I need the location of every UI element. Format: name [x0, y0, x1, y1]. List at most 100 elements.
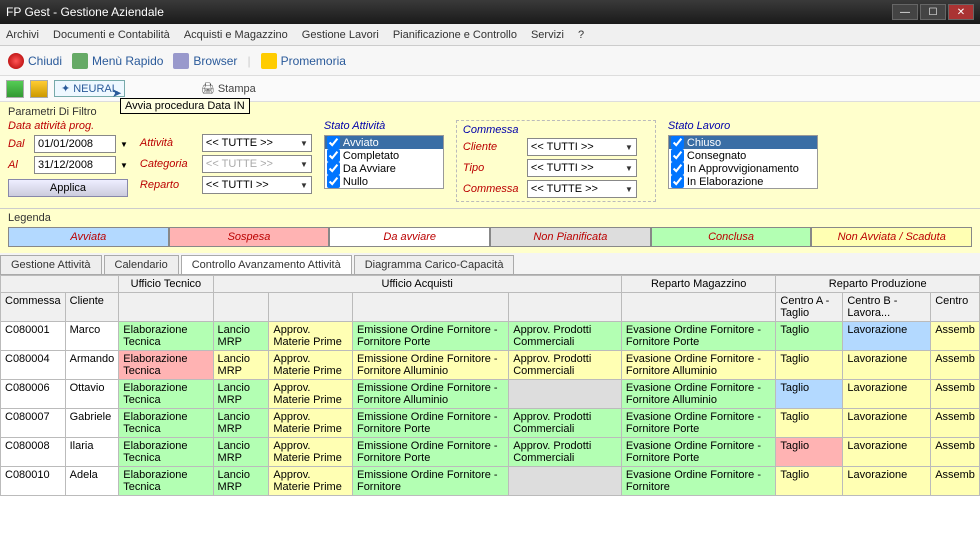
- activity-cell[interactable]: Evasione Ordine Fornitore - Fornitore Po…: [621, 322, 776, 351]
- activity-cell[interactable]: Emissione Ordine Fornitore - Fornitore A…: [352, 351, 508, 380]
- close-window-button[interactable]: ✕: [948, 4, 974, 20]
- grid[interactable]: Ufficio TecnicoUfficio AcquistiReparto M…: [0, 275, 980, 535]
- activity-cell[interactable]: Assemb: [931, 380, 980, 409]
- activity-cell[interactable]: Emissione Ordine Fornitore - Fornitore P…: [352, 409, 508, 438]
- activity-cell[interactable]: Lancio MRP: [213, 467, 269, 496]
- date-to-input[interactable]: [34, 156, 116, 174]
- lav-check[interactable]: [671, 162, 684, 175]
- activity-cell[interactable]: Emissione Ordine Fornitore - Fornitore P…: [352, 322, 508, 351]
- browser-button[interactable]: Browser: [173, 53, 237, 69]
- lavoro-item[interactable]: Chiuso: [669, 136, 817, 149]
- activity-cell[interactable]: Taglio: [776, 322, 843, 351]
- table-row[interactable]: C080004ArmandoElaborazione TecnicaLancio…: [1, 351, 980, 380]
- commessa-combo[interactable]: << TUTTE >>▼: [527, 180, 637, 198]
- activity-cell[interactable]: [509, 380, 622, 409]
- stato-item[interactable]: Avviato: [325, 136, 443, 149]
- col-header[interactable]: [269, 293, 353, 322]
- activity-cell[interactable]: Assemb: [931, 351, 980, 380]
- activity-cell[interactable]: Elaborazione Tecnica: [119, 322, 213, 351]
- table-row[interactable]: C080001MarcoElaborazione TecnicaLancio M…: [1, 322, 980, 351]
- activity-cell[interactable]: Approv. Prodotti Commerciali: [509, 409, 622, 438]
- col-header[interactable]: [213, 293, 269, 322]
- lavoro-item[interactable]: Consegnato: [669, 149, 817, 162]
- activity-cell[interactable]: Lancio MRP: [213, 380, 269, 409]
- activity-cell[interactable]: Lancio MRP: [213, 351, 269, 380]
- menu-acquistiemagazzino[interactable]: Acquisti e Magazzino: [184, 29, 288, 41]
- activity-cell[interactable]: Assemb: [931, 438, 980, 467]
- categoria-combo[interactable]: << TUTTE >>▼: [202, 155, 312, 173]
- table-row[interactable]: C080006OttavioElaborazione TecnicaLancio…: [1, 380, 980, 409]
- reparto-combo[interactable]: << TUTTI >>▼: [202, 176, 312, 194]
- activity-cell[interactable]: Elaborazione Tecnica: [119, 438, 213, 467]
- col-header[interactable]: [621, 293, 776, 322]
- notes-icon[interactable]: [30, 80, 48, 98]
- activity-cell[interactable]: Elaborazione Tecnica: [119, 467, 213, 496]
- activity-cell[interactable]: Approv. Materie Prime: [269, 322, 353, 351]
- neural-button[interactable]: ✦ NEURAL ➤: [54, 80, 125, 97]
- activity-cell[interactable]: Taglio: [776, 409, 843, 438]
- activity-cell[interactable]: Assemb: [931, 467, 980, 496]
- col-header[interactable]: Cliente: [65, 293, 119, 322]
- lav-check[interactable]: [671, 149, 684, 162]
- activity-cell[interactable]: Approv. Materie Prime: [269, 409, 353, 438]
- col-header[interactable]: Centro: [931, 293, 980, 322]
- minimize-button[interactable]: —: [892, 4, 918, 20]
- col-header[interactable]: Commessa: [1, 293, 66, 322]
- activity-cell[interactable]: Elaborazione Tecnica: [119, 351, 213, 380]
- tab-3[interactable]: Diagramma Carico-Capacità: [354, 255, 515, 274]
- tab-1[interactable]: Calendario: [104, 255, 179, 274]
- stato-check[interactable]: [327, 175, 340, 188]
- activity-cell[interactable]: Elaborazione Tecnica: [119, 409, 213, 438]
- attivita-combo[interactable]: << TUTTE >>▼: [202, 134, 312, 152]
- activity-cell[interactable]: Taglio: [776, 467, 843, 496]
- tipo-combo[interactable]: << TUTTI >>▼: [527, 159, 637, 177]
- menu-documentiecontabilit[interactable]: Documenti e Contabilità: [53, 29, 170, 41]
- applica-button[interactable]: Applica: [8, 179, 128, 197]
- activity-cell[interactable]: Lavorazione: [843, 438, 931, 467]
- table-row[interactable]: C080007GabrieleElaborazione TecnicaLanci…: [1, 409, 980, 438]
- col-header[interactable]: Centro B - Lavora...: [843, 293, 931, 322]
- activity-cell[interactable]: Emissione Ordine Fornitore - Fornitore: [352, 467, 508, 496]
- activity-cell[interactable]: Lancio MRP: [213, 322, 269, 351]
- activity-cell[interactable]: Approv. Materie Prime: [269, 467, 353, 496]
- activity-cell[interactable]: Lavorazione: [843, 467, 931, 496]
- activity-cell[interactable]: Emissione Ordine Fornitore - Fornitore A…: [352, 380, 508, 409]
- activity-cell[interactable]: Elaborazione Tecnica: [119, 380, 213, 409]
- activity-cell[interactable]: Approv. Prodotti Commerciali: [509, 351, 622, 380]
- activity-cell[interactable]: Lavorazione: [843, 322, 931, 351]
- chiudi-button[interactable]: Chiudi: [8, 53, 62, 69]
- activity-cell[interactable]: Lavorazione: [843, 380, 931, 409]
- activity-cell[interactable]: Taglio: [776, 438, 843, 467]
- stato-item[interactable]: Da Avviare: [325, 162, 443, 175]
- col-header[interactable]: Centro A - Taglio: [776, 293, 843, 322]
- activity-cell[interactable]: Emissione Ordine Fornitore - Fornitore P…: [352, 438, 508, 467]
- date-from-input[interactable]: [34, 135, 116, 153]
- stampa-button[interactable]: 🖨 Stampa: [201, 82, 256, 95]
- col-header[interactable]: [509, 293, 622, 322]
- lavoro-item[interactable]: In Elaborazione: [669, 175, 817, 188]
- maximize-button[interactable]: ☐: [920, 4, 946, 20]
- menu-gestionelavori[interactable]: Gestione Lavori: [302, 29, 379, 41]
- activity-cell[interactable]: Lancio MRP: [213, 409, 269, 438]
- activity-cell[interactable]: Evasione Ordine Fornitore - Fornitore Al…: [621, 351, 776, 380]
- activity-cell[interactable]: Lavorazione: [843, 409, 931, 438]
- menu-[interactable]: ?: [578, 29, 584, 41]
- activity-cell[interactable]: Taglio: [776, 380, 843, 409]
- activity-cell[interactable]: Evasione Ordine Fornitore - Fornitore: [621, 467, 776, 496]
- table-row[interactable]: C080010AdelaElaborazione TecnicaLancio M…: [1, 467, 980, 496]
- stato-check[interactable]: [327, 162, 340, 175]
- tab-2[interactable]: Controllo Avanzamento Attività: [181, 255, 352, 274]
- activity-cell[interactable]: Taglio: [776, 351, 843, 380]
- table-row[interactable]: C080008IlariaElaborazione TecnicaLancio …: [1, 438, 980, 467]
- col-header[interactable]: [352, 293, 508, 322]
- activity-cell[interactable]: Approv. Prodotti Commerciali: [509, 322, 622, 351]
- filter-icon[interactable]: [6, 80, 24, 98]
- menu-rapido-button[interactable]: Menù Rapido: [72, 53, 163, 69]
- activity-cell[interactable]: Approv. Prodotti Commerciali: [509, 438, 622, 467]
- activity-cell[interactable]: Approv. Materie Prime: [269, 380, 353, 409]
- stato-item[interactable]: Nullo: [325, 175, 443, 188]
- activity-cell[interactable]: Assemb: [931, 409, 980, 438]
- cliente-combo[interactable]: << TUTTI >>▼: [527, 138, 637, 156]
- stato-check[interactable]: [327, 136, 340, 149]
- promemoria-button[interactable]: Promemoria: [261, 53, 346, 69]
